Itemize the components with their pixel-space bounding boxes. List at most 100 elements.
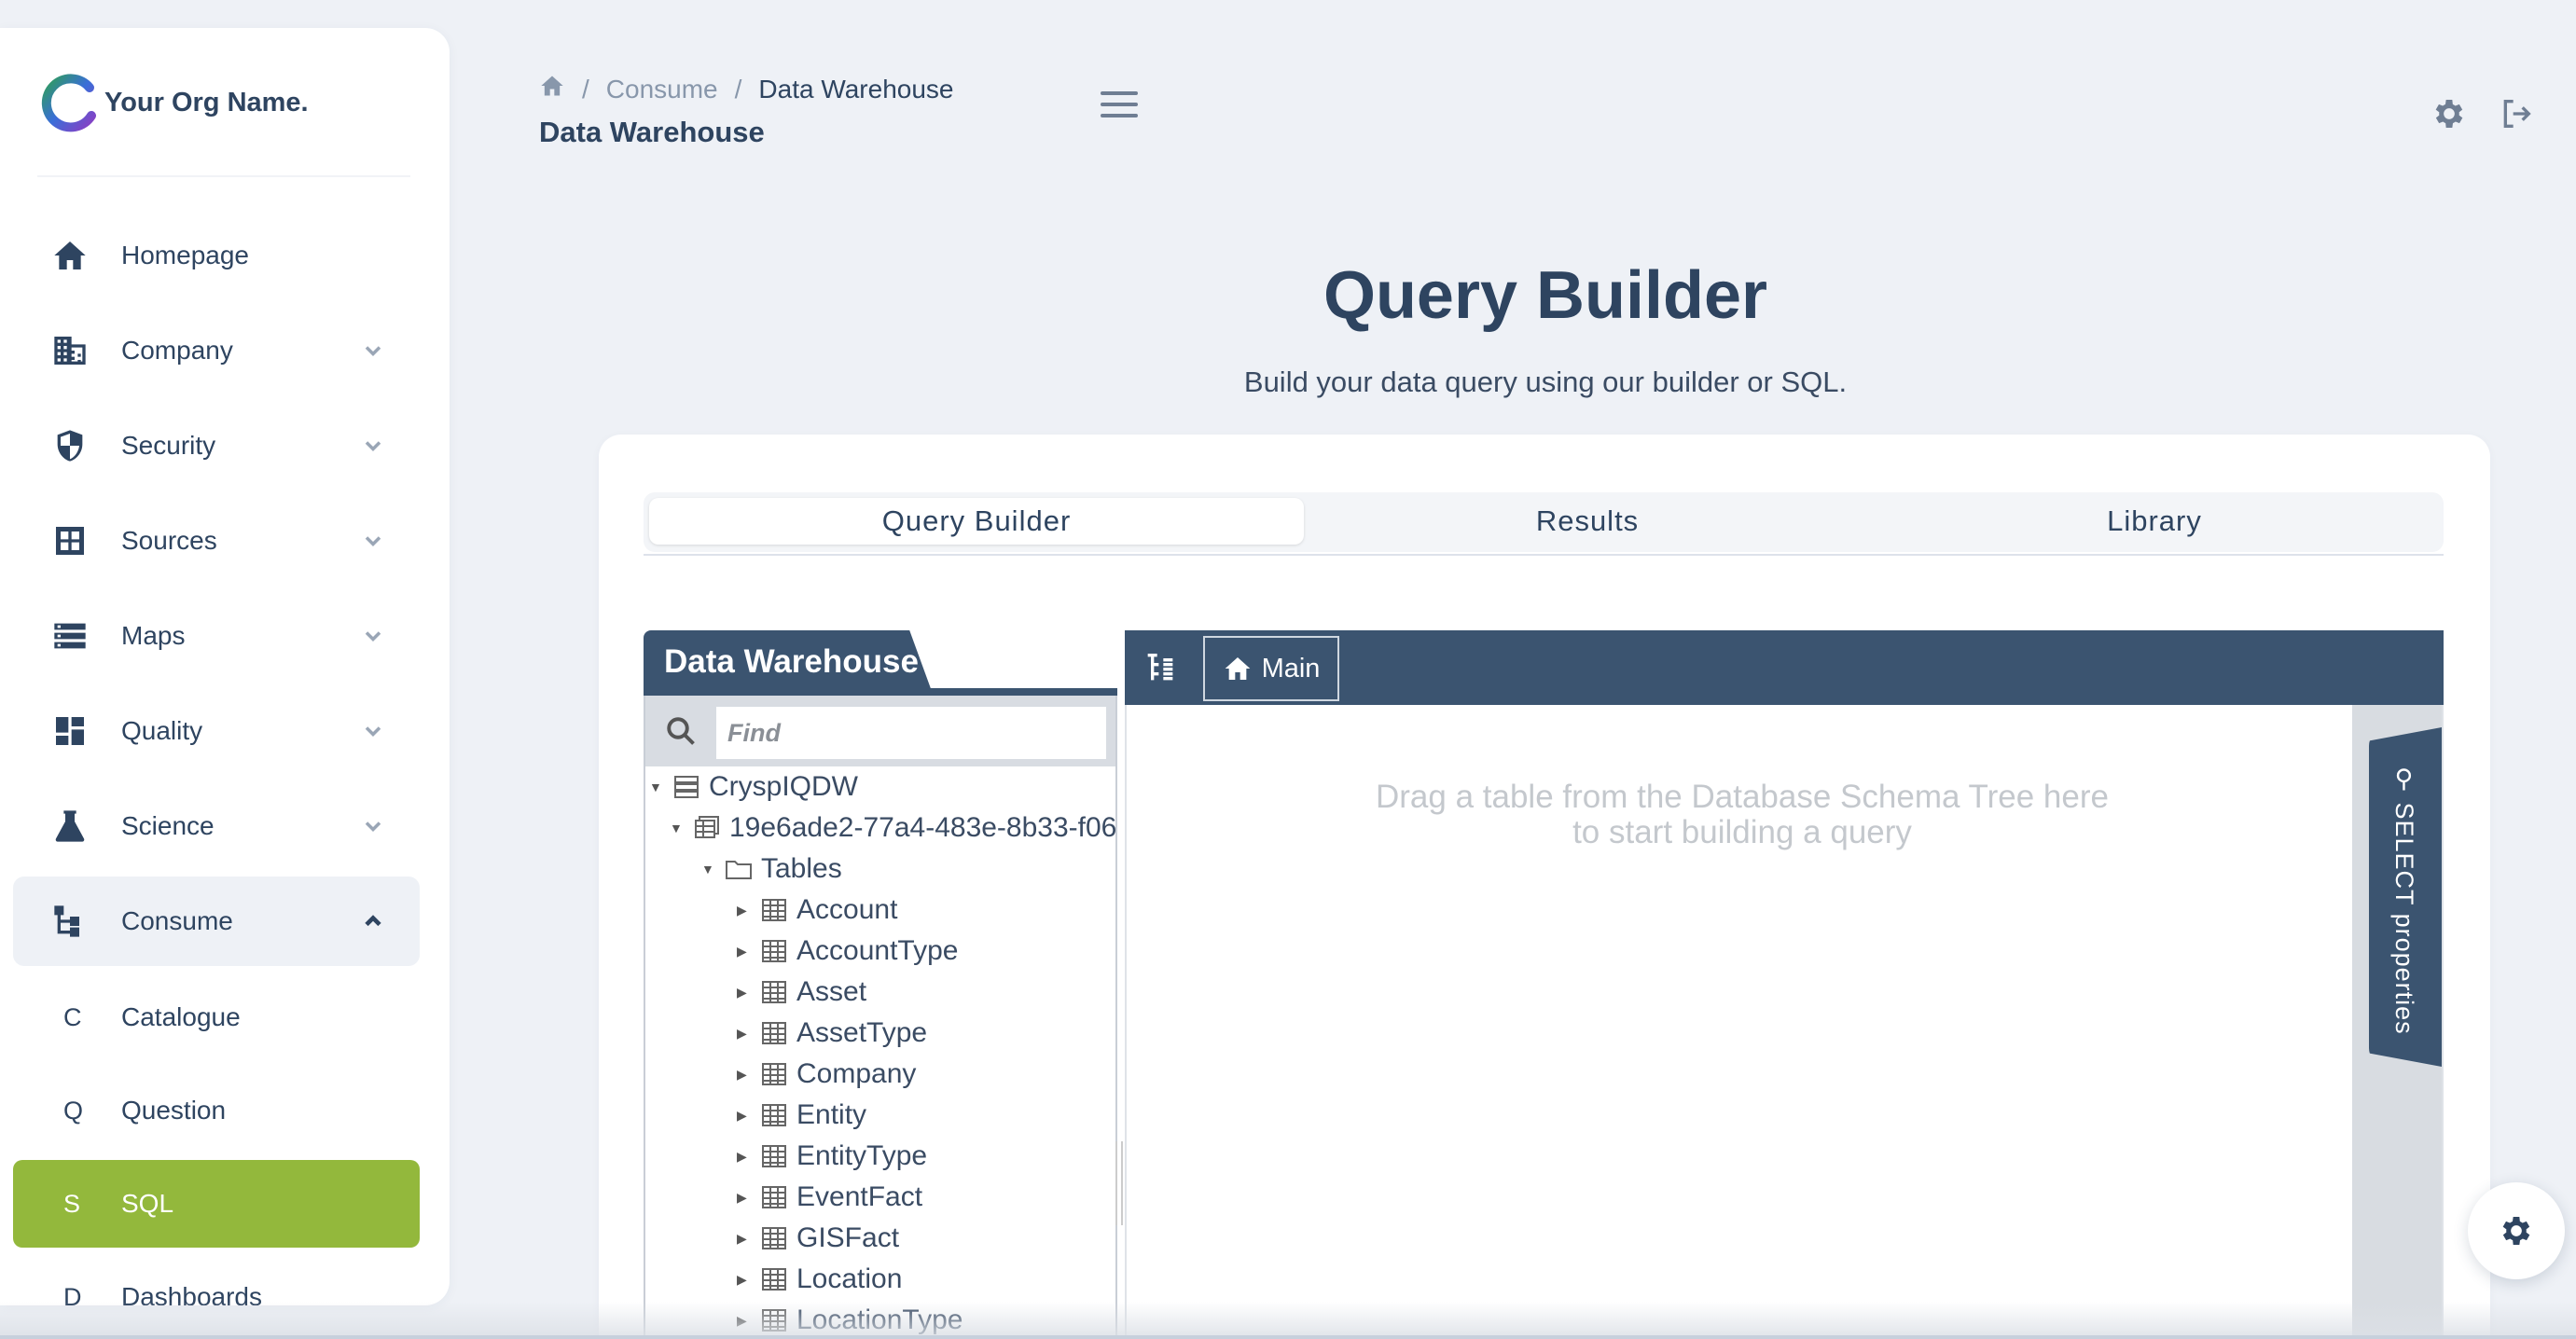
collapsed-triangle-icon[interactable]: ▶ <box>737 1190 755 1206</box>
tree-node-label: CryspIQDW <box>709 771 858 802</box>
tree-node-table[interactable]: ▶ AccountType <box>737 932 958 970</box>
expanded-triangle-icon[interactable]: ▼ <box>701 862 720 877</box>
sidebar-item-label: Quality <box>121 716 203 745</box>
find-input[interactable] <box>716 707 1106 759</box>
search-icon <box>667 717 695 745</box>
collapsed-triangle-icon[interactable]: ▶ <box>737 903 755 918</box>
resize-handle[interactable] <box>1115 1141 1123 1225</box>
logout-icon[interactable] <box>2498 95 2535 132</box>
sidebar-subitem-dashboards[interactable]: D Dashboards <box>13 1253 420 1305</box>
tree-node-table[interactable]: ▶ EntityType <box>737 1138 927 1175</box>
building-icon <box>50 331 90 370</box>
sidebar-item-consume[interactable]: Consume <box>13 877 420 966</box>
settings-icon[interactable] <box>2431 95 2468 132</box>
tree-node-table[interactable]: ▶ EventFact <box>737 1179 922 1216</box>
tree-node-label: AccountType <box>796 935 959 966</box>
tree-node-table[interactable]: ▶ AssetType <box>737 1015 927 1052</box>
expanded-triangle-icon[interactable]: ▼ <box>670 821 688 835</box>
select-properties-tab[interactable]: ⚲ SELECT properties <box>2369 727 2442 1067</box>
home-icon[interactable] <box>539 73 565 105</box>
main-query-button[interactable]: Main <box>1203 636 1339 701</box>
breadcrumb-separator: / <box>734 74 742 104</box>
collapsed-triangle-icon[interactable]: ▶ <box>737 1231 755 1247</box>
table-icon <box>759 1020 789 1046</box>
collapsed-triangle-icon[interactable]: ▶ <box>737 1272 755 1288</box>
subitem-letter: S <box>63 1189 81 1218</box>
server-icon <box>672 774 701 800</box>
table-icon <box>759 1061 789 1087</box>
tree-node-label: EventFact <box>796 1181 923 1212</box>
tree-node-root[interactable]: ▼ CryspIQDW <box>649 768 858 806</box>
sidebar-item-label: Consume <box>121 906 233 935</box>
main-query-label: Main <box>1261 653 1321 683</box>
tree-node-table[interactable]: ▶ GISFact <box>737 1220 899 1257</box>
divider <box>37 175 410 177</box>
schema-tree-panel: ▼ CryspIQDW ▼ 19e6ade2-77a4-483e-8b33-f0… <box>644 696 1117 1339</box>
subitem-label: Question <box>121 1096 227 1125</box>
table-icon <box>759 1266 789 1292</box>
subitem-letter: Q <box>63 1096 84 1125</box>
table-icon <box>759 897 789 923</box>
menu-toggle-button[interactable] <box>1101 91 1138 125</box>
properties-sidebar: ⚲ SELECT properties <box>2352 705 2442 1339</box>
floating-settings-button[interactable] <box>2468 1182 2565 1279</box>
tree-node-tables-folder[interactable]: ▼ Tables <box>701 850 842 888</box>
brand[interactable]: Your Org Name. <box>41 71 309 134</box>
sidebar-subitem-question[interactable]: Q Question <box>13 1067 420 1154</box>
collapsed-triangle-icon[interactable]: ▶ <box>737 1149 755 1165</box>
schema-tree-toggle-icon[interactable] <box>1142 649 1179 686</box>
tree-node-database[interactable]: ▼ 19e6ade2-77a4-483e-8b33-f06 <box>670 809 1115 847</box>
tab-library[interactable]: Library <box>1871 498 2438 545</box>
collapsed-triangle-icon[interactable]: ▶ <box>737 1108 755 1124</box>
tree-node-table[interactable]: ▶ Entity <box>737 1097 866 1134</box>
canvas-hint-line1: Drag a table from the Database Schema Tr… <box>1376 779 2109 815</box>
tree-node-table[interactable]: ▶ Asset <box>737 973 866 1011</box>
query-canvas-dropzone[interactable]: Drag a table from the Database Schema Tr… <box>1125 705 2444 1339</box>
sidebar-item-security[interactable]: Security <box>13 401 420 490</box>
gear-icon <box>2502 1217 2530 1245</box>
tree-node-label: EntityType <box>796 1140 928 1171</box>
tree-node-label: Asset <box>796 976 867 1007</box>
sidebar-item-label: Sources <box>121 526 217 555</box>
tree-node-table[interactable]: ▶ Company <box>737 1056 916 1093</box>
chevron-down-icon <box>360 433 386 459</box>
tab-query-builder[interactable]: Query Builder <box>649 498 1304 545</box>
collapsed-triangle-icon[interactable]: ▶ <box>737 944 755 959</box>
chevron-down-icon <box>360 718 386 744</box>
canvas-hint: Drag a table from the Database Schema Tr… <box>1127 780 2358 850</box>
org-name: Your Org Name. <box>104 87 309 117</box>
sidebar-item-maps[interactable]: Maps <box>13 591 420 681</box>
hamburger-icon-line <box>1101 114 1138 117</box>
collapsed-triangle-icon[interactable]: ▶ <box>737 1067 755 1083</box>
tab-bar: Query Builder Results Library <box>644 492 2444 552</box>
divider <box>644 554 2444 556</box>
breadcrumb-item-consume[interactable]: Consume <box>606 75 718 104</box>
hamburger-icon-line <box>1101 103 1138 106</box>
expanded-triangle-icon[interactable]: ▼ <box>649 780 668 794</box>
select-properties-text: SELECT properties <box>2390 802 2418 1035</box>
tab-results[interactable]: Results <box>1304 498 1871 545</box>
query-builder-card: Query Builder Results Library Data Wareh… <box>599 435 2490 1339</box>
sidebar-item-sources[interactable]: Sources <box>13 496 420 586</box>
breadcrumb: / Consume / Data Warehouse <box>539 73 953 105</box>
sidebar-item-science[interactable]: Science <box>13 781 420 871</box>
canvas-toolbar: Main <box>1125 630 2444 705</box>
flow-icon <box>50 902 90 941</box>
tree-node-table[interactable]: ▶ Account <box>737 891 897 929</box>
dashboard-icon <box>50 711 90 751</box>
table-icon <box>759 1184 789 1210</box>
list-icon <box>50 616 90 656</box>
table-icon <box>759 938 789 964</box>
chevron-up-icon <box>360 908 386 934</box>
bottom-fade <box>0 1302 2576 1339</box>
tree-node-label: Entity <box>796 1099 867 1130</box>
sidebar-subitem-catalogue[interactable]: C Catalogue <box>13 973 420 1061</box>
page-title: Query Builder <box>1323 258 1768 333</box>
collapsed-triangle-icon[interactable]: ▶ <box>737 985 755 1001</box>
tree-node-label: Location <box>796 1263 903 1294</box>
sidebar-item-quality[interactable]: Quality <box>13 686 420 776</box>
sidebar-subitem-sql[interactable]: S SQL <box>13 1160 420 1248</box>
tree-node-table[interactable]: ▶ Location <box>737 1261 902 1298</box>
page-description: Build your data query using our builder … <box>1243 366 1848 398</box>
collapsed-triangle-icon[interactable]: ▶ <box>737 1026 755 1042</box>
